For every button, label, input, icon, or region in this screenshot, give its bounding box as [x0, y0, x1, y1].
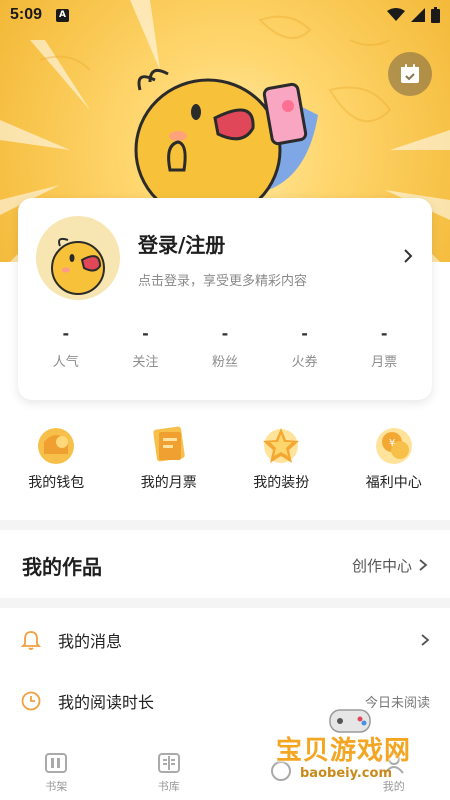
login-register-title[interactable]: 登录/注册 — [138, 229, 225, 258]
stat-value: - — [301, 324, 308, 343]
creation-center-label: 创作中心 — [351, 556, 412, 575]
bell-icon — [20, 631, 42, 650]
section-divider — [0, 520, 450, 530]
my-works-title: 我的作品 — [22, 554, 102, 579]
watermark-logo: 宝贝游戏网 baobeiy.com — [270, 700, 450, 800]
svg-text:¥: ¥ — [389, 438, 395, 449]
section-divider — [0, 598, 450, 608]
profile-stats: - 人气 - 关注 - 粉丝 - 火券 - 月票 — [18, 324, 432, 370]
chevron-right-icon[interactable] — [402, 248, 414, 264]
wallet-button[interactable]: 我的钱包 — [6, 420, 106, 492]
dressup-button[interactable]: 我的装扮 — [231, 420, 331, 492]
nav-bookshelf[interactable]: 书架 — [0, 744, 113, 800]
welfare-center-label: 福利中心 — [365, 475, 422, 491]
welfare-center-button[interactable]: ¥ 福利中心 — [344, 420, 444, 492]
monthly-ticket-button[interactable]: 我的月票 — [119, 420, 219, 492]
stat-following[interactable]: - 关注 — [111, 324, 179, 370]
signal-icon — [411, 8, 425, 22]
checkin-calendar-button[interactable] — [388, 52, 432, 96]
my-messages-row[interactable]: 我的消息 — [0, 610, 450, 670]
stat-label: 粉丝 — [211, 355, 238, 370]
stat-label: 人气 — [52, 355, 79, 370]
nav-library[interactable]: 书库 — [113, 744, 226, 800]
monthly-ticket-label: 我的月票 — [140, 475, 197, 491]
stat-label: 火券 — [291, 355, 318, 370]
stat-label: 关注 — [132, 355, 159, 370]
library-icon — [157, 753, 180, 773]
creation-center-link[interactable]: 创作中心 — [352, 555, 428, 576]
wifi-icon — [387, 8, 405, 21]
login-subtitle: 点击登录，享受更多精彩内容 — [138, 274, 308, 289]
my-messages-label: 我的消息 — [58, 632, 123, 651]
stat-value: - — [142, 324, 149, 343]
profile-card[interactable]: 登录/注册 点击登录，享受更多精彩内容 - 人气 - 关注 - 粉丝 - 火券 … — [18, 198, 432, 400]
wallet-label: 我的钱包 — [28, 475, 85, 491]
chevron-right-icon — [419, 559, 428, 571]
status-time: 5:09 — [10, 6, 43, 23]
chevron-right-icon — [421, 634, 430, 646]
calendar-check-icon — [401, 64, 419, 83]
stat-popularity[interactable]: - 人气 — [32, 324, 100, 370]
watermark-text: 宝贝游戏网 — [276, 736, 412, 766]
stat-value: - — [380, 324, 388, 343]
stat-label: 月票 — [371, 355, 398, 370]
monthly-ticket-icon — [153, 426, 185, 462]
wallet-icon — [38, 428, 75, 464]
stat-value: - — [62, 324, 70, 343]
nav-label: 书架 — [45, 780, 68, 793]
default-avatar-icon — [51, 237, 105, 295]
clock-icon — [21, 691, 41, 711]
watermark-url: baobeiy.com — [300, 766, 392, 781]
row-right — [420, 633, 430, 647]
reading-time-label: 我的阅读时长 — [58, 693, 155, 712]
status-indicator-icon: A — [56, 8, 70, 22]
stat-fans[interactable]: - 粉丝 — [191, 324, 259, 370]
quick-actions: 我的钱包 我的月票 我的装扮 ¥ 福利中心 — [0, 420, 450, 492]
welfare-coin-icon: ¥ — [375, 428, 412, 464]
avatar[interactable] — [36, 216, 120, 300]
dressup-star-icon — [263, 428, 300, 463]
dressup-label: 我的装扮 — [253, 475, 310, 491]
nav-label: 书库 — [157, 780, 180, 793]
stat-value: - — [221, 324, 229, 343]
stat-monthly-tickets[interactable]: - 月票 — [350, 324, 418, 370]
stat-fire-tickets[interactable]: - 火券 — [271, 324, 339, 370]
bookshelf-icon — [45, 753, 68, 773]
status-bar: 5:09 A — [0, 0, 450, 30]
my-works-section: 我的作品 创作中心 — [0, 532, 450, 598]
battery-icon — [431, 7, 440, 23]
status-right-group — [387, 7, 440, 23]
